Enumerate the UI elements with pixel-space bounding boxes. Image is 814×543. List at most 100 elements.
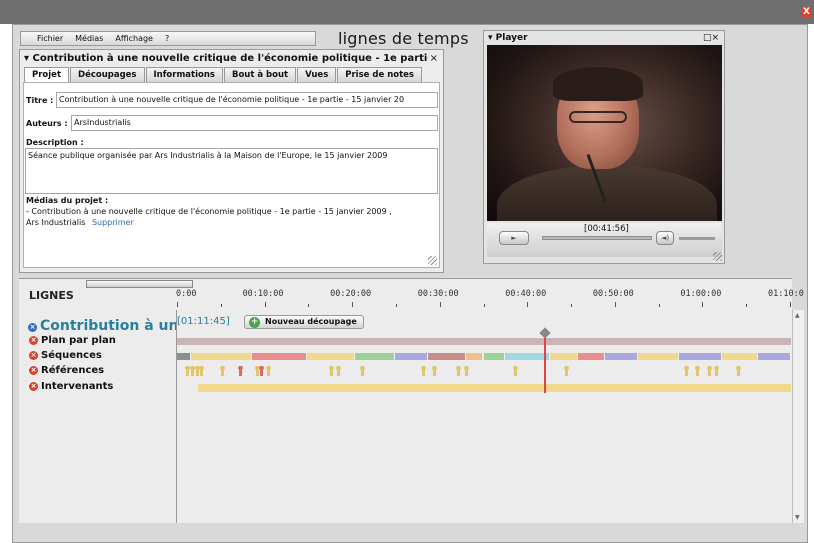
play-button[interactable]: ►: [499, 231, 529, 245]
reference-marker[interactable]: [190, 366, 195, 376]
reference-marker[interactable]: [198, 366, 204, 376]
sequence-segment[interactable]: [191, 353, 252, 360]
sequence-segment[interactable]: [465, 353, 483, 360]
reference-marker[interactable]: [695, 366, 701, 376]
player-title[interactable]: ▾ Player: [488, 33, 528, 43]
menu-medias[interactable]: Médias: [69, 34, 109, 43]
intervenants-bar[interactable]: [198, 384, 791, 392]
track-plan-par-plan[interactable]: × Plan par plan: [29, 335, 116, 346]
reference-marker[interactable]: [336, 366, 342, 376]
tick-label: 00:40:00: [505, 289, 547, 299]
vertical-scrollbar[interactable]: ▲ ▼: [792, 310, 804, 523]
sequence-segment[interactable]: [354, 353, 395, 360]
tick-mark: [395, 304, 397, 307]
player-panel: ▾ Player □× [00:41:56] ► ◄): [483, 30, 725, 264]
reference-marker[interactable]: [464, 366, 470, 376]
video-frame[interactable]: [487, 45, 722, 221]
scroll-down-icon[interactable]: ▼: [795, 514, 800, 521]
sequence-segment[interactable]: [605, 353, 637, 360]
plan-par-plan-bar[interactable]: [177, 338, 791, 345]
tab-prise-de-notes[interactable]: Prise de notes: [337, 67, 422, 82]
tick-mark: [527, 302, 529, 307]
media-item-line2: Ars Industrialis Supprimer: [26, 218, 134, 227]
reference-marker[interactable]: [219, 366, 225, 376]
sequence-segment[interactable]: [578, 353, 605, 360]
reference-marker[interactable]: [359, 366, 365, 376]
close-icon[interactable]: ×: [29, 351, 38, 360]
tab-bout-a-bout[interactable]: Bout à bout: [223, 67, 297, 82]
close-icon[interactable]: ×: [29, 336, 38, 345]
tab-vues[interactable]: Vues: [297, 67, 337, 82]
tab-projet[interactable]: Projet: [24, 67, 70, 82]
project-panel: ▾ Contribution à une nouvelle critique d…: [19, 49, 444, 273]
reference-marker[interactable]: [238, 366, 244, 376]
tick-mark: [264, 302, 266, 307]
sequence-segment[interactable]: [721, 353, 757, 360]
sequence-segment[interactable]: [757, 353, 790, 360]
player-window-controls[interactable]: □×: [703, 33, 719, 43]
reference-marker[interactable]: [513, 366, 519, 376]
track-label: Séquences: [41, 350, 102, 361]
track-intervenants[interactable]: × Intervenants: [29, 381, 113, 392]
close-icon[interactable]: ×: [29, 382, 38, 391]
tick-mark: [571, 304, 573, 307]
close-icon[interactable]: ×: [430, 53, 438, 64]
reference-marker[interactable]: [706, 366, 712, 376]
auteurs-label: Auteurs :: [26, 119, 68, 128]
reference-marker[interactable]: [259, 366, 265, 376]
supprimer-link[interactable]: Supprimer: [92, 218, 134, 227]
sequence-segment[interactable]: [307, 353, 354, 360]
project-form: Titre : Contribution à une nouvelle crit…: [23, 82, 440, 268]
reference-marker[interactable]: [736, 366, 742, 376]
project-panel-title[interactable]: ▾ Contribution à une nouvelle critique d…: [24, 53, 428, 64]
time-ruler[interactable]: 0:00 00:10:00 00:20:00 00:30:00 00:40:00 00:5…: [176, 279, 804, 309]
reference-marker[interactable]: [683, 366, 689, 376]
titre-field[interactable]: Contribution à une nouvelle critique de …: [56, 92, 438, 108]
tab-informations[interactable]: Informations: [145, 67, 223, 82]
sequence-segment[interactable]: [678, 353, 721, 360]
tab-decoupages[interactable]: Découpages: [70, 67, 145, 82]
sequence-segment[interactable]: [428, 353, 465, 360]
reference-marker[interactable]: [563, 366, 569, 376]
tick-mark: [177, 302, 178, 307]
close-icon[interactable]: ×: [28, 323, 37, 332]
auteurs-field[interactable]: ArsIndustrialis: [71, 115, 438, 131]
reference-marker[interactable]: [184, 366, 190, 376]
reference-marker[interactable]: [329, 366, 335, 376]
tick-mark: [790, 302, 791, 307]
reference-marker[interactable]: [456, 366, 462, 376]
track-sequences[interactable]: × Séquences: [29, 350, 102, 361]
window-close-button[interactable]: X: [801, 7, 812, 18]
sequence-segment[interactable]: [177, 353, 190, 360]
sequence-segment[interactable]: [504, 353, 550, 360]
reference-marker[interactable]: [421, 366, 427, 376]
sequence-segment[interactable]: [637, 353, 678, 360]
lines-label: LIGNES: [29, 289, 74, 302]
reference-marker[interactable]: [431, 366, 437, 376]
menu-affichage[interactable]: Affichage: [109, 34, 159, 43]
volume-icon[interactable]: ◄): [656, 231, 674, 245]
sequence-segment[interactable]: [483, 353, 504, 360]
volume-slider[interactable]: [679, 237, 715, 240]
new-decoupage-button[interactable]: + Nouveau découpage: [244, 315, 364, 329]
reference-marker[interactable]: [266, 366, 272, 376]
tracks-list: × Contribution à une ... × Plan par plan ×…: [19, 310, 209, 523]
playhead[interactable]: [544, 336, 547, 393]
description-label: Description :: [26, 138, 84, 147]
menu-help[interactable]: ?: [159, 34, 175, 43]
scroll-up-icon[interactable]: ▲: [795, 312, 800, 319]
seek-bar[interactable]: [542, 236, 652, 240]
resize-handle[interactable]: [428, 256, 437, 265]
description-field[interactable]: Séance publique organisée par Ars Indust…: [25, 148, 438, 194]
tick-mark: [658, 304, 660, 307]
close-icon[interactable]: ×: [29, 366, 38, 375]
reference-marker[interactable]: [713, 366, 719, 376]
sequence-segment[interactable]: [252, 353, 307, 360]
menu-fichier[interactable]: Fichier: [31, 34, 69, 43]
tick-label: 01:00:00: [680, 289, 722, 299]
sequence-segment[interactable]: [395, 353, 428, 360]
tick-label: 0:00: [176, 289, 197, 299]
player-resize-handle[interactable]: [713, 252, 722, 261]
track-references[interactable]: × Références: [29, 365, 104, 376]
sequence-segment[interactable]: [550, 353, 578, 360]
